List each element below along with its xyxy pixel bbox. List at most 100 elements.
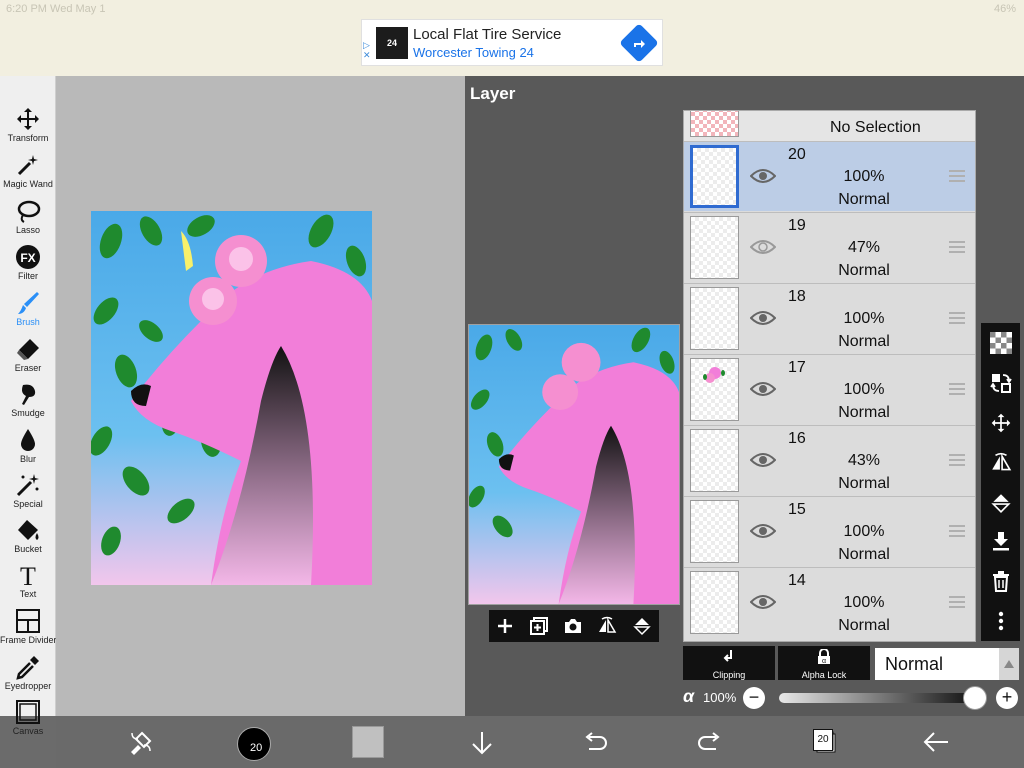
alpha-lock-label: Alpha Lock	[801, 670, 847, 680]
layer-thumbnail	[690, 358, 739, 421]
layer-number: 17	[788, 359, 806, 376]
drag-handle-icon[interactable]	[949, 596, 965, 608]
tool-frame-divider[interactable]: Frame Divider	[0, 608, 57, 652]
layer-action-bar	[489, 610, 659, 642]
back-button[interactable]	[922, 731, 950, 758]
flip-vertical-layer-button[interactable]	[981, 485, 1020, 521]
tool-blur[interactable]: Blur	[0, 427, 56, 471]
brush-icon	[18, 292, 39, 314]
ad-subtitle[interactable]: Worcester Towing 24	[413, 45, 534, 60]
brush-eraser-swap-icon	[131, 731, 152, 755]
magic-wand-icon	[17, 155, 38, 176]
eye-icon[interactable]	[750, 168, 776, 184]
download-button[interactable]	[470, 730, 494, 761]
drag-handle-icon[interactable]	[949, 312, 965, 324]
layer-row[interactable]: 15 100% Normal	[684, 496, 975, 566]
redo-icon	[698, 732, 720, 750]
eye-icon[interactable]	[750, 310, 776, 326]
tool-label: Canvas	[12, 726, 44, 736]
swap-icon	[989, 374, 1012, 393]
camera-button[interactable]	[563, 617, 583, 635]
eye-icon[interactable]	[750, 381, 776, 397]
swap-layer-button[interactable]	[981, 365, 1020, 401]
layer-row[interactable]: 16 43% Normal	[684, 425, 975, 495]
app-root: 6:20 PM Wed May 1 46% ▷ ✕ 24 Local Flat T…	[0, 0, 1024, 768]
directions-icon[interactable]	[619, 23, 659, 63]
layer-row[interactable]: 17 100% Normal	[684, 354, 975, 424]
undo-button[interactable]	[583, 731, 609, 758]
opacity-slider-knob[interactable]	[963, 686, 987, 710]
merge-down-button[interactable]	[981, 523, 1020, 559]
drag-handle-icon[interactable]	[949, 454, 965, 466]
quick-menu-button[interactable]	[128, 729, 154, 760]
tool-smudge[interactable]: Smudge	[0, 381, 56, 425]
drag-handle-icon[interactable]	[949, 525, 965, 537]
add-layer-button[interactable]	[496, 617, 514, 635]
layer-row[interactable]: 19 47% Normal	[684, 212, 975, 282]
opacity-increase-button[interactable]: +	[996, 687, 1018, 709]
tool-label: Eraser	[14, 363, 42, 373]
opacity-decrease-button[interactable]: −	[743, 687, 765, 709]
tool-eraser[interactable]: Eraser	[0, 336, 56, 380]
delete-layer-button[interactable]	[981, 563, 1020, 599]
tool-text[interactable]: T Text	[0, 562, 56, 606]
tool-label: Eyedropper	[4, 681, 52, 691]
ad-choices-icon[interactable]: ▷ ✕	[363, 40, 371, 60]
tool-special[interactable]: Special	[0, 472, 56, 516]
frame-divider-icon	[16, 609, 40, 633]
layer-number: 16	[788, 430, 806, 447]
no-selection-row[interactable]: No Selection	[684, 111, 975, 141]
layer-opacity: 47%	[847, 239, 881, 256]
layer-row[interactable]: 20 100% Normal	[684, 141, 975, 211]
artwork-canvas[interactable]	[91, 211, 372, 585]
flip-horizontal-layer-button[interactable]	[981, 445, 1020, 481]
flip-horizontal-button[interactable]	[597, 616, 617, 636]
flip-vertical-button[interactable]	[632, 616, 652, 636]
flip-vertical-icon	[632, 618, 651, 636]
drag-handle-icon[interactable]	[949, 241, 965, 253]
redo-button[interactable]	[696, 731, 722, 758]
blend-mode-arrow-icon[interactable]	[999, 648, 1019, 680]
no-selection-label: No Selection	[830, 119, 921, 136]
eye-icon[interactable]	[750, 523, 776, 539]
opacity-slider[interactable]	[779, 693, 975, 703]
ad-logo: 24	[376, 27, 408, 59]
move-arrows-icon	[991, 413, 1010, 433]
canvas-icon	[16, 700, 40, 724]
layer-thumbnail	[690, 571, 739, 634]
ad-title[interactable]: Local Flat Tire Service	[413, 26, 561, 43]
transparency-button[interactable]	[981, 325, 1020, 361]
ad-banner[interactable]: ▷ ✕ 24 Local Flat Tire Service Worcester …	[361, 19, 663, 66]
tool-eyedropper[interactable]: Eyedropper	[0, 654, 56, 698]
clipping-label: Clipping	[712, 670, 746, 680]
tool-brush[interactable]: Brush	[0, 290, 56, 334]
clipping-button[interactable]: Clipping	[683, 646, 775, 680]
tool-label: Brush	[16, 317, 40, 327]
alpha-lock-button[interactable]: α Alpha Lock	[778, 646, 870, 680]
tool-magic-wand[interactable]: Magic Wand	[0, 152, 56, 196]
layer-preview-thumbnail	[468, 324, 680, 605]
color-swatch[interactable]	[352, 726, 384, 758]
blend-mode-select[interactable]: Normal	[875, 648, 999, 680]
more-options-button[interactable]	[981, 603, 1020, 639]
layer-row[interactable]: 18 100% Normal	[684, 283, 975, 353]
drag-handle-icon[interactable]	[949, 170, 965, 182]
eye-icon[interactable]	[750, 594, 776, 610]
tool-transform[interactable]: Transform	[0, 106, 56, 150]
layer-blend-mode: Normal	[838, 404, 890, 421]
eye-icon[interactable]	[750, 452, 776, 468]
brush-size-value: 20	[250, 742, 263, 754]
arrow-down-icon	[472, 732, 492, 755]
tool-bucket[interactable]: Bucket	[0, 517, 56, 561]
eye-icon[interactable]	[750, 239, 776, 255]
tool-label: Blur	[19, 454, 36, 464]
duplicate-layer-button[interactable]	[529, 616, 549, 636]
move-layer-button[interactable]	[981, 405, 1020, 441]
layer-panel-title: Layer	[470, 84, 516, 103]
tool-lasso[interactable]: Lasso	[0, 198, 56, 242]
layer-list[interactable]: No Selection 20 100% Normal 19 47% Norma…	[683, 110, 976, 642]
layer-row[interactable]: 14 100% Normal	[684, 567, 975, 637]
drag-handle-icon[interactable]	[949, 383, 965, 395]
tool-filter[interactable]: FX Filter	[0, 244, 56, 288]
tool-canvas[interactable]: Canvas	[0, 699, 56, 743]
